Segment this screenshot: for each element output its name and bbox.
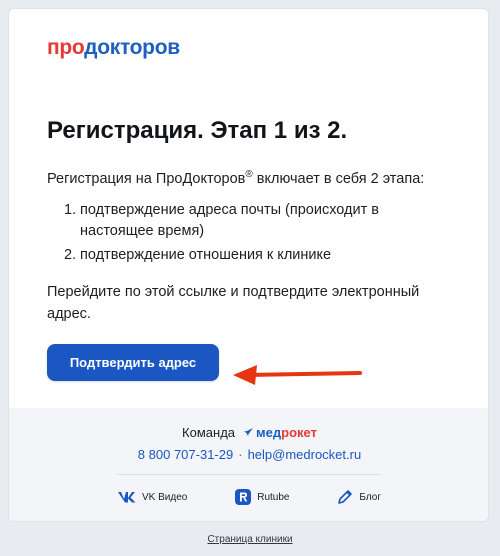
phone-link[interactable]: 8 800 707-31-29 — [138, 447, 233, 462]
page-title: Регистрация. Этап 1 из 2. — [47, 117, 348, 144]
social-links: VK Видео Rutube Блог — [117, 488, 381, 506]
vk-video-label: VK Видео — [142, 491, 188, 503]
email-card: продокторов Регистрация. Этап 1 из 2. Ре… — [8, 8, 489, 522]
registered-mark: ® — [245, 169, 253, 180]
blog-link[interactable]: Блог — [336, 488, 381, 506]
footer: Команда мед рокет 8 800 707-31-29 · help@me… — [9, 408, 488, 521]
arrow-left-icon — [233, 365, 362, 385]
steps-list: 1. подтверждение адреса почты (происходи… — [64, 200, 424, 269]
step-text: подтверждение адреса почты (происходит в… — [80, 202, 379, 239]
step-number: 1. — [64, 202, 77, 218]
step-number: 2. — [64, 247, 77, 263]
divider — [117, 474, 381, 475]
vk-video-link[interactable]: VK Видео — [117, 488, 187, 506]
email-link[interactable]: help@medrocket.ru — [248, 447, 362, 462]
vk-video-icon — [118, 492, 136, 503]
rutube-link[interactable]: Rutube — [234, 488, 289, 506]
logo-part-doktorov: докторов — [84, 36, 180, 59]
list-item: 2. подтверждение отношения к клинике — [64, 245, 424, 266]
contacts-line: 8 800 707-31-29 · help@medrocket.ru — [9, 447, 488, 462]
rutube-label: Rutube — [257, 491, 290, 503]
separator: · — [238, 447, 243, 462]
team-line: Команда мед рокет — [9, 425, 488, 440]
intro-text: Регистрация на ПроДокторов® включает в с… — [47, 165, 447, 189]
step-text: подтверждение отношения к клинике — [80, 247, 332, 263]
brand-part-rocket: рокет — [281, 425, 317, 440]
prodoctorov-logo[interactable]: продокторов — [47, 36, 180, 60]
intro-after: включает в себя 2 этапа: — [252, 171, 425, 187]
team-label: Команда — [182, 425, 236, 440]
logo-part-pro: про — [47, 36, 85, 59]
pen-icon — [338, 490, 353, 504]
clinic-page-link[interactable]: Страница клиники — [0, 534, 500, 545]
intro-before: Регистрация на ПроДокторов — [47, 171, 246, 187]
rutube-icon — [235, 489, 252, 505]
outro-text: Перейдите по этой ссылке и подтвердите э… — [47, 284, 420, 322]
confirm-address-button[interactable]: Подтвердить адрес — [47, 344, 219, 381]
list-item: 1. подтверждение адреса почты (происходи… — [64, 200, 424, 242]
brand-part-med: мед — [256, 425, 282, 440]
blog-label: Блог — [359, 491, 381, 503]
medrocket-logo[interactable]: мед рокет — [243, 425, 317, 440]
rocket-icon — [244, 428, 254, 436]
